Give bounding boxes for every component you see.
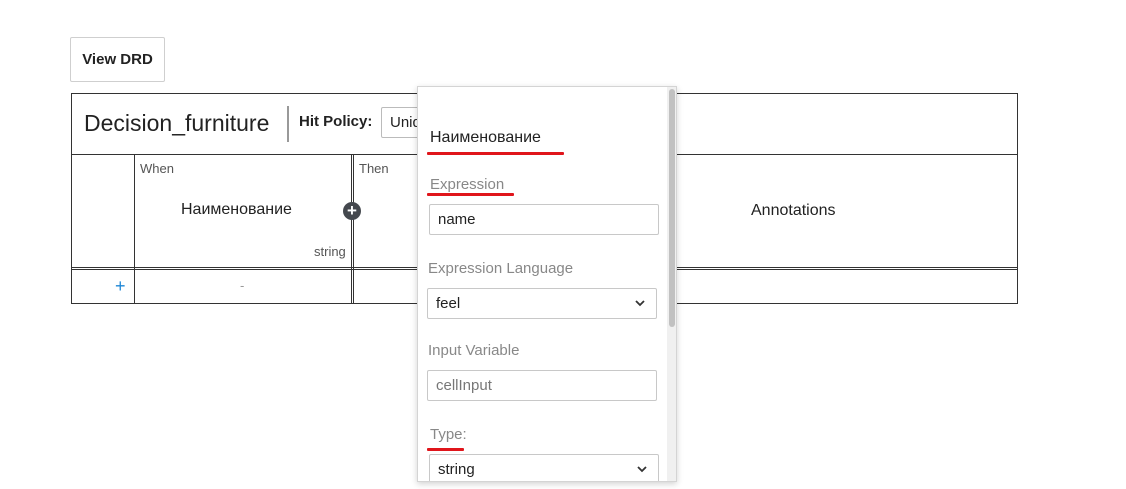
plus-icon: + [115,276,126,296]
input-column-title[interactable]: Наименование [181,201,292,219]
plus-circle-icon: + [347,201,357,220]
expression-language-value: feel [436,295,461,312]
expression-input[interactable]: name [429,204,659,235]
type-underline [427,448,464,451]
annotations-column-title: Annotations [751,202,836,219]
type-value: string [438,461,475,478]
input-variable-label: Input Variable [428,342,520,359]
input-output-divider [351,155,354,303]
input-column-edit-popup: Наименование Expression name Expression … [417,86,677,482]
title-underline [427,152,564,155]
input-variable-input[interactable]: cellInput [427,370,657,401]
chevron-down-icon [635,300,645,307]
popup-title: Наименование [430,129,541,146]
expression-label: Expression [430,176,505,193]
header-divider [287,106,289,142]
expression-language-label: Expression Language [428,260,574,277]
column-divider [134,155,135,303]
when-label: When [140,161,174,176]
popup-scrollbar[interactable] [667,87,676,481]
type-label: Type: [430,426,467,443]
popup-scrollbar-thumb[interactable] [669,89,675,327]
expression-language-select[interactable]: feel [427,288,657,319]
then-label: Then [359,161,389,176]
add-column-button[interactable]: + [343,202,361,220]
hit-policy-label: Hit Policy: [299,113,373,130]
input-column-type: string [314,244,346,259]
type-select[interactable]: string [429,454,659,481]
input-cell[interactable]: - [240,278,244,293]
view-drd-button[interactable]: View DRD [70,37,165,82]
expression-underline [427,193,514,196]
add-row-button[interactable]: + [115,276,126,297]
chevron-down-icon [637,466,647,473]
decision-name[interactable]: Decision_furniture [84,110,269,137]
